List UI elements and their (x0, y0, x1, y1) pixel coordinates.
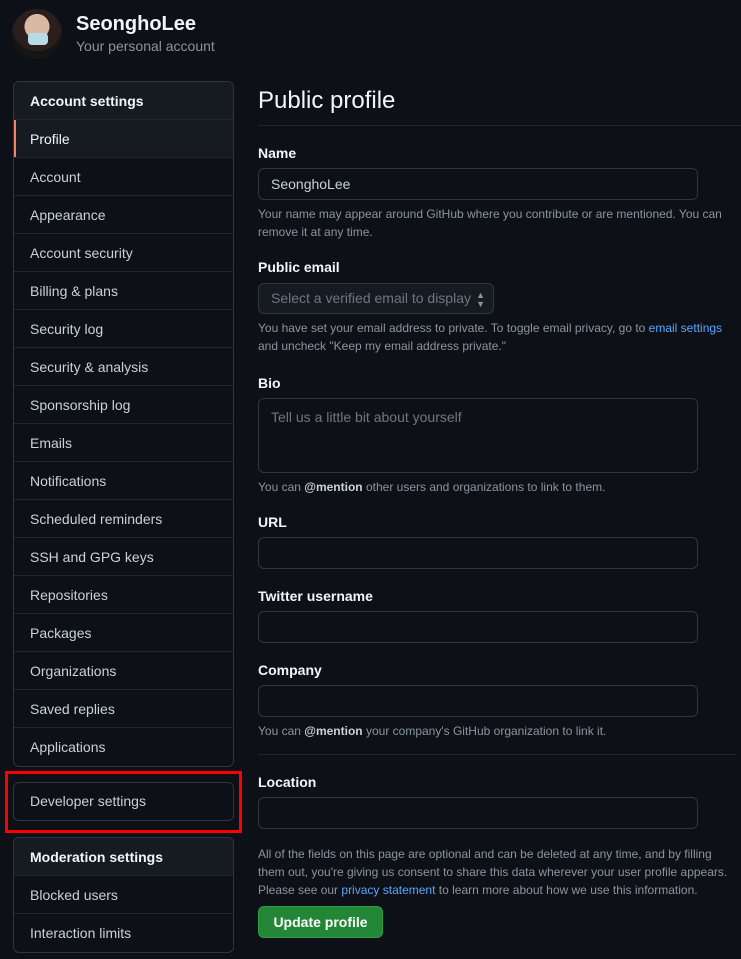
company-note-mention: @mention (304, 724, 363, 738)
public-email-note: You have set your email address to priva… (258, 319, 728, 355)
sidebar-item-security-analysis[interactable]: Security & analysis (14, 348, 233, 386)
location-field[interactable] (258, 797, 698, 829)
company-field[interactable] (258, 685, 698, 717)
name-field[interactable] (258, 168, 698, 200)
main-content: Public profile (258, 83, 741, 126)
public-email-label: Public email (258, 259, 340, 275)
moderation-settings-menu: Moderation settings Blocked users Intera… (13, 837, 234, 953)
email-note-text-end: and uncheck "Keep my email address priva… (258, 339, 506, 353)
sidebar-item-repositories[interactable]: Repositories (14, 576, 233, 614)
user-name[interactable]: SeonghoLee (76, 12, 215, 36)
email-note-text: You have set your email address to priva… (258, 321, 649, 335)
sidebar-item-blocked-users[interactable]: Blocked users (14, 876, 233, 914)
public-email-placeholder: Select a verified email to display (271, 290, 471, 306)
account-settings-heading: Account settings (14, 82, 233, 120)
email-settings-link[interactable]: email settings (649, 321, 722, 335)
bio-note-text: You can (258, 480, 305, 494)
url-field[interactable] (258, 537, 698, 569)
sidebar-item-packages[interactable]: Packages (14, 614, 233, 652)
user-header: SeonghoLee Your personal account (12, 9, 215, 59)
section-divider (258, 754, 736, 755)
sidebar-item-profile[interactable]: Profile (14, 120, 233, 158)
sidebar-item-billing[interactable]: Billing & plans (14, 272, 233, 310)
sidebar-item-sponsorship-log[interactable]: Sponsorship log (14, 386, 233, 424)
footer-note-text-end: to learn more about how we use this info… (435, 883, 698, 897)
company-label: Company (258, 662, 322, 678)
bio-label: Bio (258, 375, 281, 391)
sidebar-item-saved-replies[interactable]: Saved replies (14, 690, 233, 728)
update-profile-button[interactable]: Update profile (258, 906, 383, 938)
sidebar-item-scheduled-reminders[interactable]: Scheduled reminders (14, 500, 233, 538)
sidebar-item-emails[interactable]: Emails (14, 424, 233, 462)
sidebar-item-applications[interactable]: Applications (14, 728, 233, 766)
bio-note-text-end: other users and organizations to link to… (362, 480, 606, 494)
avatar[interactable] (12, 9, 62, 59)
sidebar-item-interaction-limits[interactable]: Interaction limits (14, 914, 233, 952)
avatar-mask-detail (28, 33, 48, 45)
account-settings-menu: Account settings Profile Account Appeara… (13, 81, 234, 767)
sidebar-item-developer-settings[interactable]: Developer settings (14, 783, 233, 820)
user-subtitle: Your personal account (76, 38, 215, 54)
sidebar-item-account-security[interactable]: Account security (14, 234, 233, 272)
sidebar-item-appearance[interactable]: Appearance (14, 196, 233, 234)
footer-note: All of the fields on this page are optio… (258, 845, 728, 899)
url-label: URL (258, 514, 287, 530)
bio-field[interactable] (258, 398, 698, 473)
company-note: You can @mention your company's GitHub o… (258, 722, 728, 740)
twitter-field[interactable] (258, 611, 698, 643)
company-note-text: You can (258, 724, 305, 738)
sidebar-item-organizations[interactable]: Organizations (14, 652, 233, 690)
privacy-statement-link[interactable]: privacy statement (341, 883, 435, 897)
name-label: Name (258, 145, 297, 161)
sidebar-item-account[interactable]: Account (14, 158, 233, 196)
developer-settings-menu: Developer settings (13, 782, 234, 821)
user-info: SeonghoLee Your personal account (76, 12, 215, 56)
bio-note: You can @mention other users and organiz… (258, 478, 728, 496)
location-label: Location (258, 774, 317, 790)
select-arrows-icon: ▲ ▼ (476, 290, 485, 309)
company-note-text-end: your company's GitHub organization to li… (362, 724, 607, 738)
twitter-label: Twitter username (258, 588, 373, 604)
sidebar-item-security-log[interactable]: Security log (14, 310, 233, 348)
name-note: Your name may appear around GitHub where… (258, 207, 722, 239)
moderation-settings-heading: Moderation settings (14, 838, 233, 876)
public-email-select[interactable]: Select a verified email to display ▲ ▼ (258, 283, 494, 314)
page-title: Public profile (258, 83, 741, 126)
sidebar-item-ssh-gpg-keys[interactable]: SSH and GPG keys (14, 538, 233, 576)
sidebar-item-notifications[interactable]: Notifications (14, 462, 233, 500)
bio-note-mention: @mention (304, 480, 363, 494)
